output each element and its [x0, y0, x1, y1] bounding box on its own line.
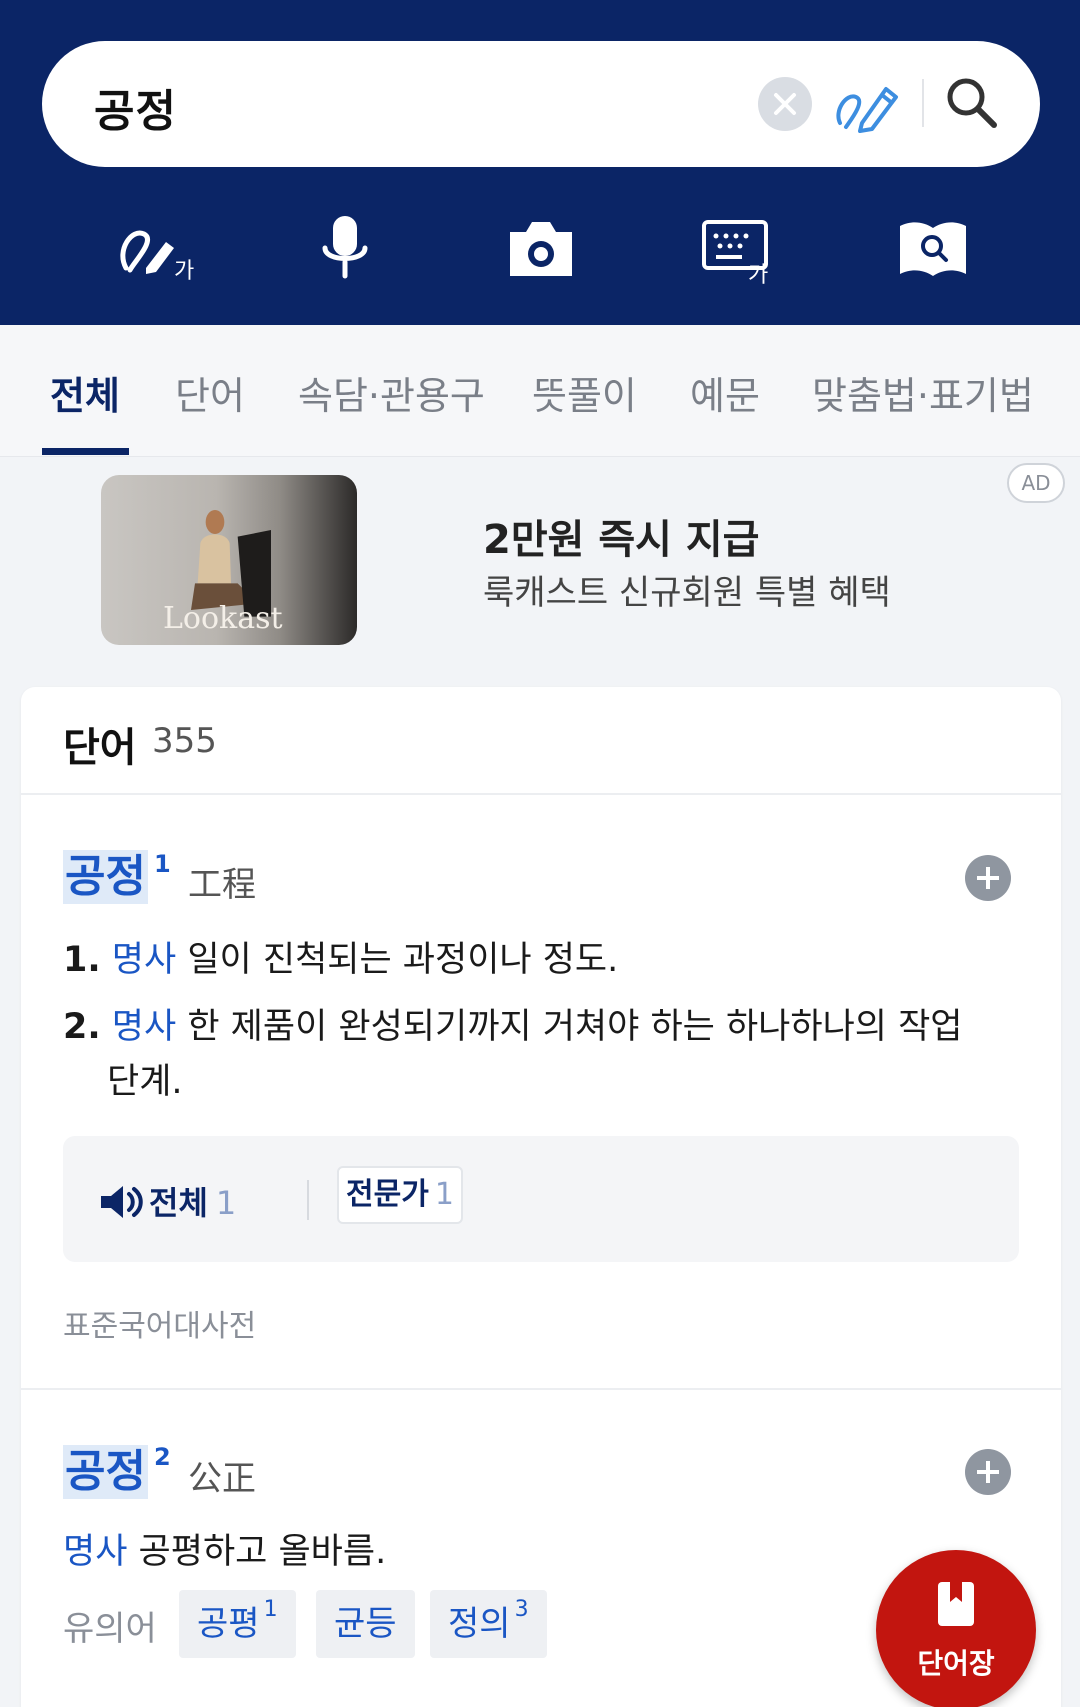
synonyms-label: 유의어 [63, 1609, 157, 1649]
tab-examples[interactable]: 예문 [690, 365, 760, 420]
words-card: 단어 355 공정 1 工程 1. 명사 일이 진척되는 과정이나 정도. 2.… [21, 687, 1061, 1707]
definition-text: 공평하고 올바름. [138, 1532, 387, 1572]
search-box[interactable]: 공정 [42, 41, 1040, 167]
entry-hanja: 公正 [188, 1459, 256, 1499]
header: 공정 가 가 [0, 0, 1080, 325]
entry-homonym-number: 2 [154, 1443, 171, 1471]
tab-spelling[interactable]: 맞춤법·표기법 [812, 365, 1034, 420]
synonym-chip[interactable]: 공평 1 [179, 1590, 296, 1658]
part-of-speech: 명사 [111, 1007, 177, 1047]
entry-hanja: 工程 [188, 865, 256, 905]
tab-words[interactable]: 단어 [175, 365, 245, 420]
search-icon[interactable] [942, 73, 1002, 133]
audio-all-label: 전체 [149, 1184, 208, 1222]
section-title[interactable]: 단어 [63, 715, 137, 773]
definition-text: 한 제품이 완성되기까지 거쳐야 하는 하나하나의 작업 [187, 1007, 963, 1047]
expert-label: 전문가 [346, 1177, 429, 1212]
dictionary-source[interactable]: 표준국어대사전 [63, 1301, 256, 1345]
ad-badge[interactable]: AD [1007, 463, 1065, 503]
expert-audio-chip[interactable]: 전문가 1 [337, 1166, 463, 1224]
add-to-wordbook-icon[interactable] [965, 855, 1011, 901]
clear-icon[interactable] [758, 77, 812, 131]
speaker-icon [101, 1186, 143, 1218]
divider [21, 793, 1061, 795]
entry-homonym-number: 1 [154, 850, 171, 878]
add-to-wordbook-icon[interactable] [965, 1449, 1011, 1495]
handwriting-icon[interactable] [832, 71, 902, 137]
definition-continuation: 단계. [107, 1062, 183, 1102]
microphone-icon[interactable] [300, 210, 390, 290]
ad-image[interactable]: Lookast [101, 475, 357, 645]
book-search-icon[interactable] [888, 210, 978, 290]
definition-line: 2. 명사 한 제품이 완성되기까지 거쳐야 하는 하나하나의 작업 [63, 998, 963, 1049]
pronunciation-box: 전체 1 전문가 1 [63, 1136, 1019, 1262]
definition-text: 일이 진척되는 과정이나 정도. [187, 940, 619, 980]
active-tab-indicator [42, 448, 129, 455]
search-divider [922, 79, 924, 127]
svg-text:가: 가 [174, 259, 194, 284]
wordbook-button[interactable]: 단어장 [876, 1550, 1036, 1707]
camera-icon[interactable] [496, 210, 586, 290]
bookmark-book-icon [938, 1582, 974, 1626]
expert-count: 1 [434, 1177, 454, 1212]
search-input[interactable]: 공정 [94, 75, 177, 139]
section-count: 355 [152, 721, 217, 761]
part-of-speech: 명사 [111, 940, 177, 980]
part-of-speech: 명사 [63, 1532, 128, 1572]
handwriting-input-icon[interactable]: 가 [112, 210, 202, 290]
audio-all-count: 1 [215, 1184, 237, 1222]
ad-brand-logo: Lookast [163, 601, 283, 636]
divider [21, 1388, 1061, 1390]
entry-word[interactable]: 공정 [63, 850, 148, 904]
definition-number: 2. [63, 1007, 101, 1047]
synonym-chip[interactable]: 균등 [316, 1590, 415, 1658]
entry-word[interactable]: 공정 [63, 1445, 148, 1499]
definition-line: 명사 공평하고 올바름. [63, 1523, 386, 1574]
synonym-chip[interactable]: 정의 3 [430, 1590, 547, 1658]
definition-number: 1. [63, 940, 101, 980]
ad-banner[interactable]: Lookast 2만원 즉시 지급 룩캐스트 신규회원 특별 혜택 AD [0, 457, 1080, 665]
ad-title: 2만원 즉시 지급 [483, 517, 760, 563]
audio-divider [307, 1180, 309, 1220]
tab-bar: 전체 단어 속담·관용구 뜻풀이 예문 맞춤법·표기법 [0, 325, 1080, 457]
wordbook-label: 단어장 [917, 1647, 995, 1680]
audio-all-button[interactable]: 전체 1 [99, 1178, 236, 1224]
definition-line: 1. 명사 일이 진척되는 과정이나 정도. [63, 931, 618, 982]
svg-text:가: 가 [748, 263, 768, 288]
tab-meanings[interactable]: 뜻풀이 [532, 365, 637, 420]
input-tools: 가 가 [0, 210, 1080, 290]
ad-subtitle: 룩캐스트 신규회원 특별 혜택 [483, 573, 891, 613]
tab-all[interactable]: 전체 [50, 365, 120, 420]
keyboard-icon[interactable]: 가 [692, 210, 782, 290]
tab-proverbs[interactable]: 속담·관용구 [298, 365, 485, 420]
